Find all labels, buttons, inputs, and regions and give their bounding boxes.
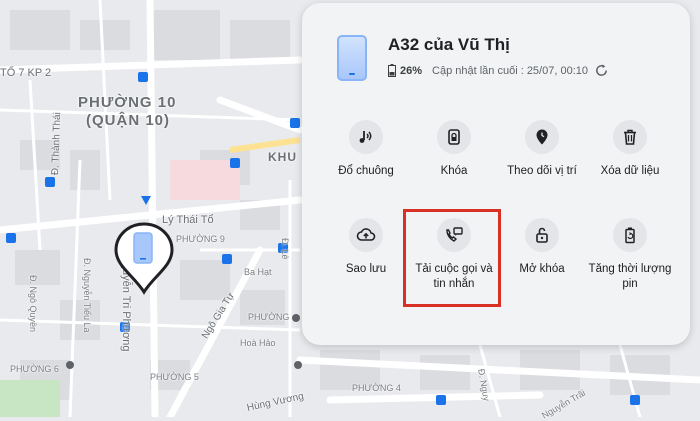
map-label-khu: KHU [268,150,297,164]
highlight-box [403,209,501,307]
backup-button[interactable]: Sao lưu [318,218,414,277]
track-location-label: Theo dõi vị trí [507,165,577,177]
map-label-d-le: Đ. Lê [280,238,290,260]
lock-label: Khóa [440,165,468,177]
phone-icon [337,35,367,81]
backup-label: Sao lưu [345,263,387,275]
map-label-ward4: PHƯỜNG 4 [352,383,401,393]
last-update-text: Cập nhật lần cuối : 25/07, 00:10 [432,64,588,77]
map-label-ward9: PHƯỜNG 9 [176,234,225,244]
map-label-district10: (QUẬN 10) [86,112,171,129]
device-location-marker[interactable] [112,220,176,296]
track-location-button[interactable]: Theo dõi vị trí [494,120,590,179]
unlock-icon [536,227,548,243]
battery-icon [388,64,396,77]
map-label-ward6: PHƯỜNG 6 [10,364,59,374]
ring-icon [359,131,372,143]
device-panel: A32 của Vũ Thị 26% Cập nhật lần cuối : 2… [302,3,690,345]
map-pin-icon [114,222,174,295]
unlock-label: Mở khóa [519,263,565,275]
device-status-row: 26% Cập nhật lần cuối : 25/07, 00:10 [388,63,609,78]
trash-icon [624,129,636,145]
map-label-hoa-hao: Hoà Hảo [240,338,276,348]
device-name: A32 của Vũ Thị [388,35,510,54]
map-label-ward10: PHƯỜNG 10 [78,94,177,111]
lock-icon [448,129,460,145]
erase-data-label: Xóa dữ liệu [600,165,660,177]
erase-data-button[interactable]: Xóa dữ liệu [582,120,678,179]
cloud-upload-icon [356,228,376,241]
battery-percentage: 26% [400,64,423,77]
ring-label: Đổ chuông [338,165,394,177]
map-label-ward5: PHƯỜNG 5 [150,372,199,382]
extend-battery-label: Tăng thời lượng pin [588,263,672,290]
map-label-phuong: PHƯỜNG [248,312,290,322]
unlock-button[interactable]: Mở khóa [494,218,590,277]
location-icon [536,129,548,145]
battery-saver-icon [625,227,635,244]
map-label-to7: TỔ 7 KP 2 [0,67,52,79]
lock-button[interactable]: Khóa [406,120,502,179]
map-label-tieu-la: Đ. Nguyễn Tiểu La [82,258,92,333]
extend-battery-button[interactable]: Tăng thời lượng pin [582,218,678,292]
refresh-icon[interactable] [594,63,609,78]
map-label-ba-hat: Ba Hạt [244,267,272,277]
map-label-ngo-quyen: Đ. Ngô Quyền [28,275,38,333]
ring-button[interactable]: Đổ chuông [318,120,414,179]
map-label-thanh-thai: Đ. Thành Thái [50,112,64,176]
